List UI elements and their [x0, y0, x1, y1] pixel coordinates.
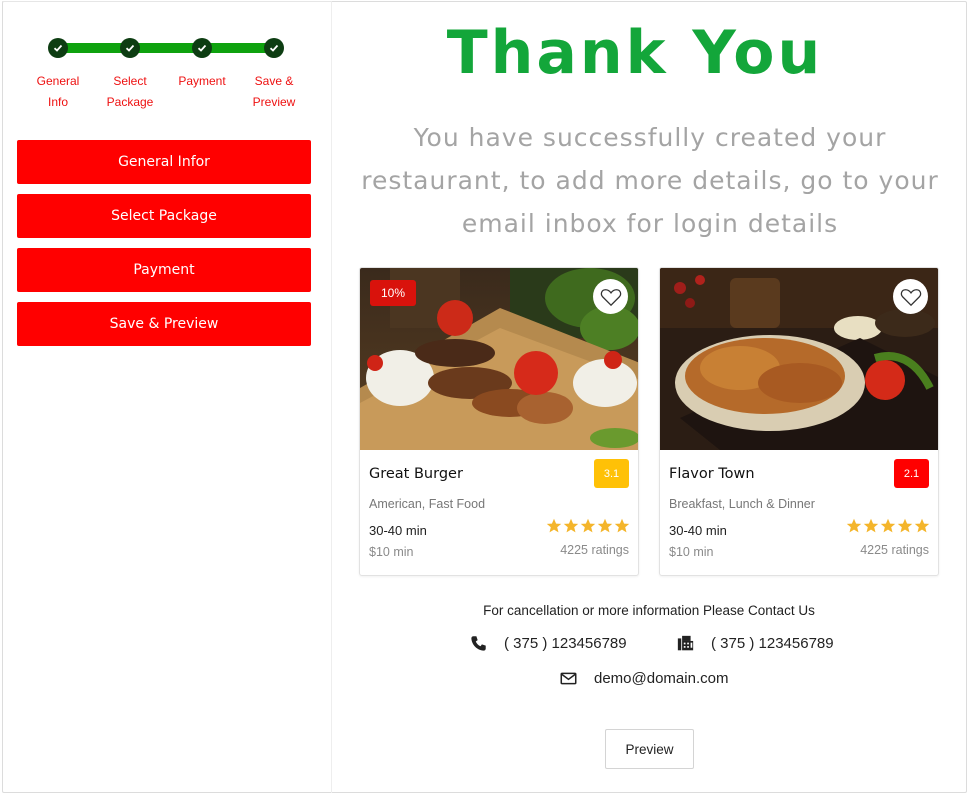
phone-contact[interactable]: ( 375 ) 123456789: [470, 635, 627, 652]
star-icon: [914, 518, 930, 533]
step-select-package[interactable]: Select Package: [90, 38, 170, 113]
select-package-button[interactable]: Select Package: [17, 194, 311, 238]
cuisine-text: American, Fast Food: [369, 497, 486, 511]
envelope-icon: [560, 672, 577, 685]
food-photo-icon[interactable]: [660, 268, 938, 450]
discount-badge: 10%: [370, 280, 417, 306]
minimum-price: $10 min: [369, 545, 414, 559]
step-check-icon: [192, 38, 212, 58]
restaurant-name[interactable]: Flavor Town: [669, 466, 755, 482]
star-icon: [597, 518, 613, 533]
delivery-time: 30-40 min: [369, 523, 427, 538]
star-icon: [897, 518, 913, 533]
step-check-icon: [120, 38, 140, 58]
email-address: demo@domain.com: [594, 670, 729, 687]
success-message-line3: email inbox for login details: [461, 209, 839, 238]
step-label: Save & Preview: [234, 71, 314, 113]
step-label-line2: Package: [106, 95, 154, 109]
step-save-preview[interactable]: Save & Preview: [234, 38, 314, 113]
progress-stepper: General Info Select Package Payment Save…: [18, 38, 314, 118]
star-icon: [846, 518, 862, 533]
favorite-button[interactable]: [593, 279, 628, 314]
step-label-line1: Payment: [178, 74, 226, 88]
step-check-icon: [264, 38, 284, 58]
phone-number: ( 375 ) 123456789: [504, 635, 627, 652]
success-message: You have successfully created your resta…: [355, 116, 945, 245]
favorite-button[interactable]: [893, 279, 928, 314]
ratings-count: 4225 ratings: [860, 543, 929, 557]
step-label-line2: Info: [47, 95, 68, 109]
fax-icon: [677, 635, 694, 651]
step-label: Select Package: [90, 71, 170, 113]
email-contact[interactable]: demo@domain.com: [560, 670, 728, 687]
star-icon: [546, 518, 562, 533]
step-check-icon: [48, 38, 68, 58]
checkmark-icon: [197, 44, 207, 52]
food-photo-icon[interactable]: 10%: [360, 268, 638, 450]
page-title: Thank You: [446, 18, 824, 88]
payment-button[interactable]: Payment: [17, 248, 311, 292]
star-icon: [863, 518, 879, 533]
step-label-line1: General: [36, 74, 80, 88]
star-rating: [846, 518, 930, 534]
phone-icon: [471, 636, 486, 651]
rating-badge: 3.1: [594, 459, 629, 488]
general-info-button[interactable]: General Infor: [17, 140, 311, 184]
sidebar: General Info Select Package Payment Save…: [2, 1, 332, 793]
checkmark-icon: [53, 44, 63, 52]
step-label: General Info: [18, 71, 98, 113]
checkmark-icon: [125, 44, 135, 52]
minimum-price: $10 min: [669, 545, 714, 559]
step-general-info[interactable]: General Info: [18, 38, 98, 113]
restaurant-card[interactable]: 10% Great Burger 3.1 American, Fast Food…: [359, 267, 639, 576]
star-icon: [580, 518, 596, 533]
fax-number: ( 375 ) 123456789: [711, 635, 834, 652]
step-label-line2: Preview: [252, 95, 296, 109]
star-icon: [880, 518, 896, 533]
contact-intro: For cancellation or more information Ple…: [483, 603, 815, 618]
step-payment[interactable]: Payment: [162, 38, 242, 92]
cuisine-text: Breakfast, Lunch & Dinner: [669, 497, 815, 511]
delivery-time: 30-40 min: [669, 523, 727, 538]
preview-button[interactable]: Preview: [605, 729, 694, 769]
star-rating: [546, 518, 630, 534]
heart-icon: [900, 288, 921, 306]
star-icon: [563, 518, 579, 533]
fax-contact[interactable]: ( 375 ) 123456789: [677, 635, 834, 652]
ratings-count: 4225 ratings: [560, 543, 629, 557]
step-label-line1: Select: [113, 74, 147, 88]
success-message-line2: restaurant, to add more details, go to y…: [361, 166, 939, 195]
save-preview-button[interactable]: Save & Preview: [17, 302, 311, 346]
rating-badge: 2.1: [894, 459, 929, 488]
heart-icon: [600, 288, 621, 306]
star-icon: [614, 518, 630, 533]
restaurant-name[interactable]: Great Burger: [369, 466, 463, 482]
restaurant-card[interactable]: Flavor Town 2.1 Breakfast, Lunch & Dinne…: [659, 267, 939, 576]
success-message-line1: You have successfully created your: [413, 123, 887, 152]
step-label: Payment: [162, 71, 242, 92]
step-label-line1: Save &: [254, 74, 294, 88]
checkmark-icon: [269, 44, 279, 52]
